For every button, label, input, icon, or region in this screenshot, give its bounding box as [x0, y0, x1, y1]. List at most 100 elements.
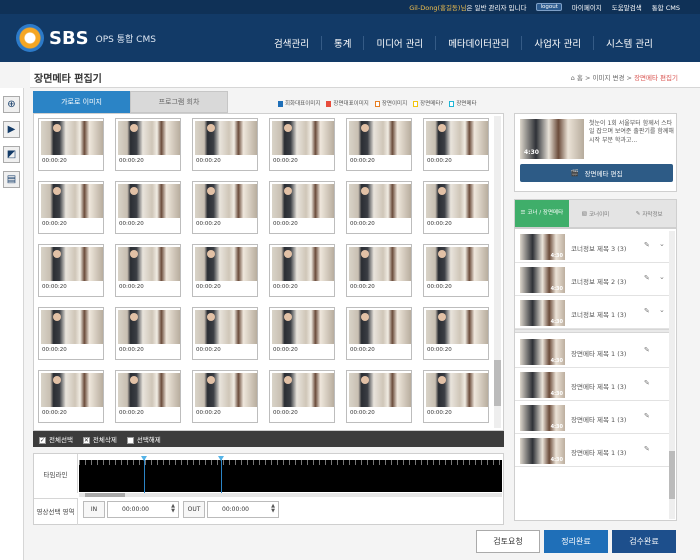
list-scrollbar[interactable]	[669, 231, 675, 519]
pencil-icon[interactable]: ✎	[644, 307, 650, 315]
edit-scene-meta-button[interactable]: 🎬 장면메타 편집	[520, 164, 673, 182]
chevron-down-icon[interactable]: ⌄	[659, 273, 665, 281]
spinner-icon[interactable]: ▲ ▼	[171, 504, 175, 514]
video-icon[interactable]: ▶	[3, 121, 20, 138]
thumbnail-item[interactable]: 00:00:20	[115, 307, 181, 360]
thumbnail-timecode: 00:00:20	[119, 410, 144, 416]
pencil-icon[interactable]: ✎	[644, 379, 650, 387]
thumbnail-item[interactable]: 00:00:20	[192, 244, 258, 297]
scroll-thumb[interactable]	[494, 360, 501, 406]
thumbnail-item[interactable]: 00:00:20	[115, 244, 181, 297]
thumbnail-item[interactable]: 00:00:20	[423, 307, 489, 360]
thumbnail-item[interactable]: 00:00:20	[115, 370, 181, 423]
logo[interactable]: SBS OPS 통합 CMS	[16, 24, 156, 52]
tab-subtitle[interactable]: ✎ 자막정보	[622, 200, 676, 227]
scene-item[interactable]: 4:30 장면메타 제목 1 (3) ✎	[515, 336, 670, 368]
thumbnail-item[interactable]: 00:00:20	[192, 181, 258, 234]
thumbnail-item[interactable]: 00:00:20	[192, 370, 258, 423]
spinner-icon[interactable]: ▲ ▼	[271, 504, 275, 514]
preview-thumbnail[interactable]: 4:30	[520, 119, 584, 159]
item-label: 코너정보 제목 2 (3)	[571, 278, 627, 286]
in-time-input[interactable]: 00:00:00 ▲ ▼	[107, 501, 179, 518]
select-all-button[interactable]: ✓ 전체선택	[39, 434, 73, 444]
select-icon[interactable]: ◩	[3, 146, 20, 163]
item-thumbnail: 4:30	[520, 300, 565, 326]
timeline-out-marker[interactable]	[218, 456, 224, 493]
nav-item[interactable]: 메타데이터관리	[435, 36, 521, 50]
thumbnail-item[interactable]: 00:00:20	[346, 370, 412, 423]
item-label: 장면메타 제목 1 (3)	[571, 416, 627, 424]
help-link[interactable]: 도움말검색	[612, 2, 642, 12]
tab-episode[interactable]: 프로그램 회차	[130, 91, 228, 113]
thumbnail-item[interactable]: 00:00:20	[38, 244, 104, 297]
thumbnail-item[interactable]: 00:00:20	[38, 307, 104, 360]
delete-all-button[interactable]: ✕ 전체삭제	[82, 434, 117, 444]
thumbnail-item[interactable]: 00:00:20	[423, 370, 489, 423]
out-button[interactable]: OUT	[183, 501, 205, 518]
pencil-icon[interactable]: ✎	[644, 445, 650, 453]
thumbnail-timecode: 00:00:20	[273, 284, 298, 290]
in-button[interactable]: IN	[83, 501, 105, 518]
thumbnail-item[interactable]: 00:00:20	[38, 181, 104, 234]
tab-images[interactable]: 가로로 이미지	[33, 91, 130, 113]
nav-item[interactable]: 시스템 관리	[593, 36, 665, 50]
thumbnail-item[interactable]: 00:00:20	[269, 118, 335, 171]
thumbnail-item[interactable]: 00:00:20	[423, 181, 489, 234]
corner-item[interactable]: 4:30 코너정보 제목 2 (3) ✎ ⌄	[515, 264, 670, 296]
mypage-link[interactable]: 마이페이지	[572, 2, 602, 12]
nav-item[interactable]: 미디어 관리	[363, 36, 435, 50]
thumbnail-item[interactable]: 00:00:20	[269, 181, 335, 234]
cms-link[interactable]: 통합 CMS	[652, 2, 680, 12]
thumbnail-item[interactable]: 00:00:20	[192, 118, 258, 171]
vertical-scrollbar[interactable]	[494, 116, 501, 428]
thumbnail-item[interactable]: 00:00:20	[38, 118, 104, 171]
thumbnail-timecode: 00:00:20	[350, 221, 375, 227]
list-scroll-thumb[interactable]	[669, 451, 675, 499]
pencil-icon[interactable]: ✎	[644, 346, 650, 354]
thumbnail-item[interactable]: 00:00:20	[423, 118, 489, 171]
tab-corner-scene[interactable]: ☰ 코너 / 장면메타	[515, 200, 569, 227]
meta-tabs: ☰ 코너 / 장면메타 ▧ 코너이미 ✎ 자막정보	[514, 199, 677, 228]
thumbnail-item[interactable]: 00:00:20	[269, 307, 335, 360]
thumbnail-item[interactable]: 00:00:20	[269, 244, 335, 297]
thumbnail-item[interactable]: 00:00:20	[115, 181, 181, 234]
timeline-scrollbar[interactable]	[79, 493, 502, 497]
review-request-button[interactable]: 검토요청	[476, 530, 540, 553]
chevron-down-icon[interactable]: ⌄	[659, 240, 665, 248]
approve-button[interactable]: 검수완료	[612, 530, 676, 553]
thumbnail-timecode: 00:00:20	[119, 158, 144, 164]
home-icon[interactable]: ⌂	[571, 74, 575, 82]
pencil-icon[interactable]: ✎	[644, 274, 650, 282]
chart-icon[interactable]: ▤	[3, 171, 20, 188]
deselect-button[interactable]: 선택해제	[126, 434, 161, 444]
corner-item[interactable]: 4:30 코너정보 제목 1 (3) ✎ ⌄	[515, 297, 670, 329]
thumbnail-timecode: 00:00:20	[427, 410, 452, 416]
thumbnail-item[interactable]: 00:00:20	[115, 118, 181, 171]
thumbnail-item[interactable]: 00:00:20	[346, 118, 412, 171]
thumbnail-item[interactable]: 00:00:20	[192, 307, 258, 360]
corner-item[interactable]: 4:30 코너정보 제목 3 (3) ✎ ⌄	[515, 231, 670, 263]
thumbnail-item[interactable]: 00:00:20	[346, 181, 412, 234]
zoom-icon[interactable]: ⊕	[3, 96, 20, 113]
out-time-input[interactable]: 00:00:00 ▲ ▼	[207, 501, 279, 518]
nav-item[interactable]: 통계	[320, 36, 363, 50]
scene-item[interactable]: 4:30 장면메타 제목 1 (3) ✎	[515, 369, 670, 401]
confirm-button[interactable]: 정리완료	[544, 530, 608, 553]
pencil-icon[interactable]: ✎	[644, 412, 650, 420]
thumbnail-item[interactable]: 00:00:20	[423, 244, 489, 297]
timeline-in-marker[interactable]	[141, 456, 147, 493]
timeline-scroll-thumb[interactable]	[85, 493, 125, 497]
pencil-icon[interactable]: ✎	[644, 241, 650, 249]
nav-item[interactable]: 검색관리	[262, 36, 321, 50]
thumbnail-item[interactable]: 00:00:20	[269, 370, 335, 423]
range-label: 영상선택 영역	[34, 498, 78, 525]
nav-item[interactable]: 사업자 관리	[521, 36, 593, 50]
tab-corner-image[interactable]: ▧ 코너이미	[569, 200, 623, 227]
thumbnail-item[interactable]: 00:00:20	[346, 307, 412, 360]
chevron-down-icon[interactable]: ⌄	[659, 306, 665, 314]
scene-item[interactable]: 4:30 장면메타 제목 1 (3) ✎	[515, 402, 670, 434]
thumbnail-item[interactable]: 00:00:20	[38, 370, 104, 423]
scene-item[interactable]: 4:30 장면메타 제목 1 (3) ✎	[515, 435, 670, 467]
thumbnail-item[interactable]: 00:00:20	[346, 244, 412, 297]
logout-button[interactable]: logout	[536, 3, 562, 11]
